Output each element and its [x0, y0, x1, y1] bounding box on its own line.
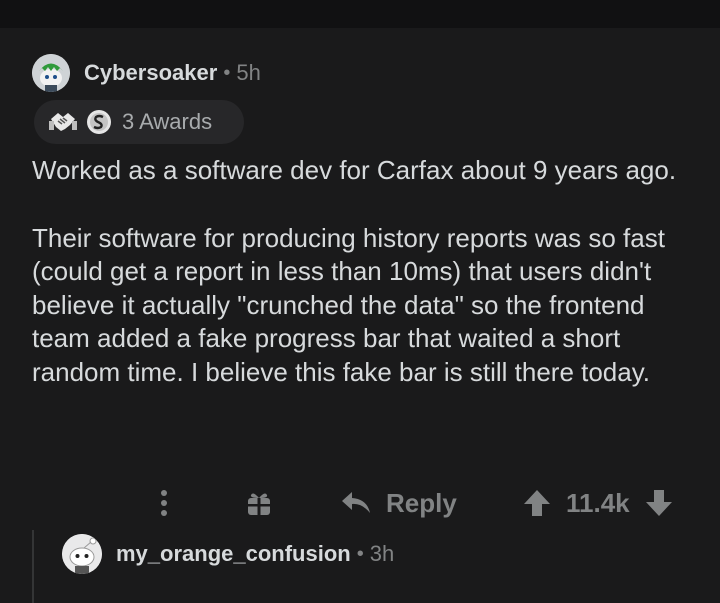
more-vertical-icon: [161, 490, 167, 516]
avatar[interactable]: [32, 54, 70, 92]
awards-count: 3 Awards: [122, 109, 213, 134]
more-options-button[interactable]: [150, 483, 178, 523]
reply-header: my_orange_confusion • 3h: [62, 534, 394, 574]
reply-arrow-icon: [342, 492, 370, 513]
comment-header: Cybersoaker • 5h: [32, 52, 261, 94]
comment-paragraph: Their software for producing history rep…: [32, 222, 665, 387]
reply-comment: my_orange_confusion • 3h: [0, 530, 720, 603]
give-award-button[interactable]: [245, 483, 273, 523]
comment-paragraph: Worked as a software dev for Carfax abou…: [32, 155, 677, 185]
comment-body: Worked as a software dev for Carfax abou…: [32, 154, 702, 389]
avatar[interactable]: [62, 534, 102, 574]
handshake-icon: [48, 107, 78, 137]
vote-controls: 11.4k: [522, 483, 674, 523]
vote-score: 11.4k: [566, 487, 630, 518]
downvote-button[interactable]: [644, 488, 674, 518]
reply-label: Reply: [386, 487, 457, 518]
comment-actions: Reply 11.4k: [0, 483, 720, 523]
reply-button[interactable]: Reply: [340, 483, 457, 523]
upvote-button[interactable]: [522, 488, 552, 518]
reply-timestamp: 3h: [369, 541, 395, 566]
downvote-arrow-icon: [645, 490, 672, 516]
comment-timestamp: 5h: [236, 60, 261, 85]
snoo-avatar-icon: [32, 54, 70, 92]
top-bar: [0, 0, 720, 28]
snoo-avatar-icon: [62, 534, 102, 574]
silver-coin-icon: [84, 107, 114, 137]
awards-pill[interactable]: 3 Awards: [34, 100, 244, 144]
separator-dot: •: [223, 61, 231, 84]
reply-username[interactable]: my_orange_confusion: [116, 541, 351, 567]
comment-username[interactable]: Cybersoaker: [84, 60, 217, 86]
thread-line[interactable]: [32, 530, 34, 603]
upvote-arrow-icon: [524, 490, 550, 516]
separator-dot: •: [356, 542, 364, 565]
gift-icon: [248, 493, 270, 515]
